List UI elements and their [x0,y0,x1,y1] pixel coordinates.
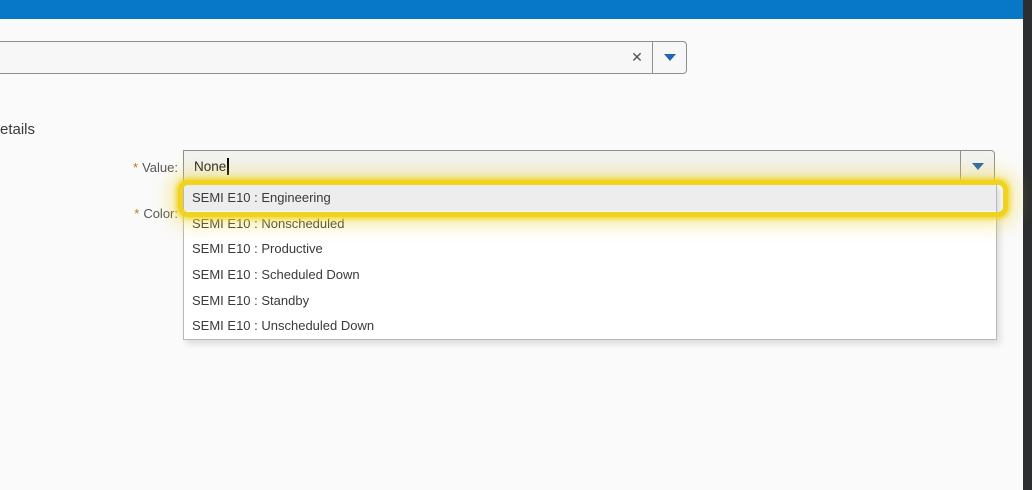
clear-button[interactable]: ✕ [622,42,652,73]
clear-icon: ✕ [631,49,643,66]
option-semi-e10-engineering[interactable]: SEMI E10 : Engineering [184,185,996,211]
value-dropdown-toggle[interactable] [961,151,994,182]
filter-dropdown-toggle[interactable] [653,42,686,73]
option-semi-e10-unscheduled-down[interactable]: SEMI E10 : Unscheduled Down [184,313,996,339]
section-title-partial: etails [0,121,35,138]
required-marker: * [134,206,139,221]
dark-edge-panel [1023,0,1032,490]
text-caret [227,158,229,175]
filter-input[interactable] [0,42,622,73]
chevron-down-icon [664,54,676,61]
color-label-text: Color: [143,206,178,221]
option-semi-e10-productive[interactable]: SEMI E10 : Productive [184,236,996,262]
value-label-text: Value: [142,160,178,175]
option-semi-e10-scheduled-down[interactable]: SEMI E10 : Scheduled Down [184,262,996,288]
option-semi-e10-nonscheduled[interactable]: SEMI E10 : Nonscheduled [184,211,996,237]
filter-combobox[interactable]: ✕ [0,41,687,74]
value-input-text: None [194,159,226,174]
app-header-bar [0,0,1023,19]
chevron-down-icon [972,163,984,170]
required-marker: * [133,160,138,175]
value-label: * Value: [60,160,178,175]
color-label: * Color: [60,206,178,221]
value-option-list: SEMI E10 : Engineering SEMI E10 : Nonsch… [183,184,997,340]
option-semi-e10-standby[interactable]: SEMI E10 : Standby [184,288,996,314]
value-combobox[interactable]: None [183,150,995,183]
value-input[interactable]: None [184,151,960,182]
